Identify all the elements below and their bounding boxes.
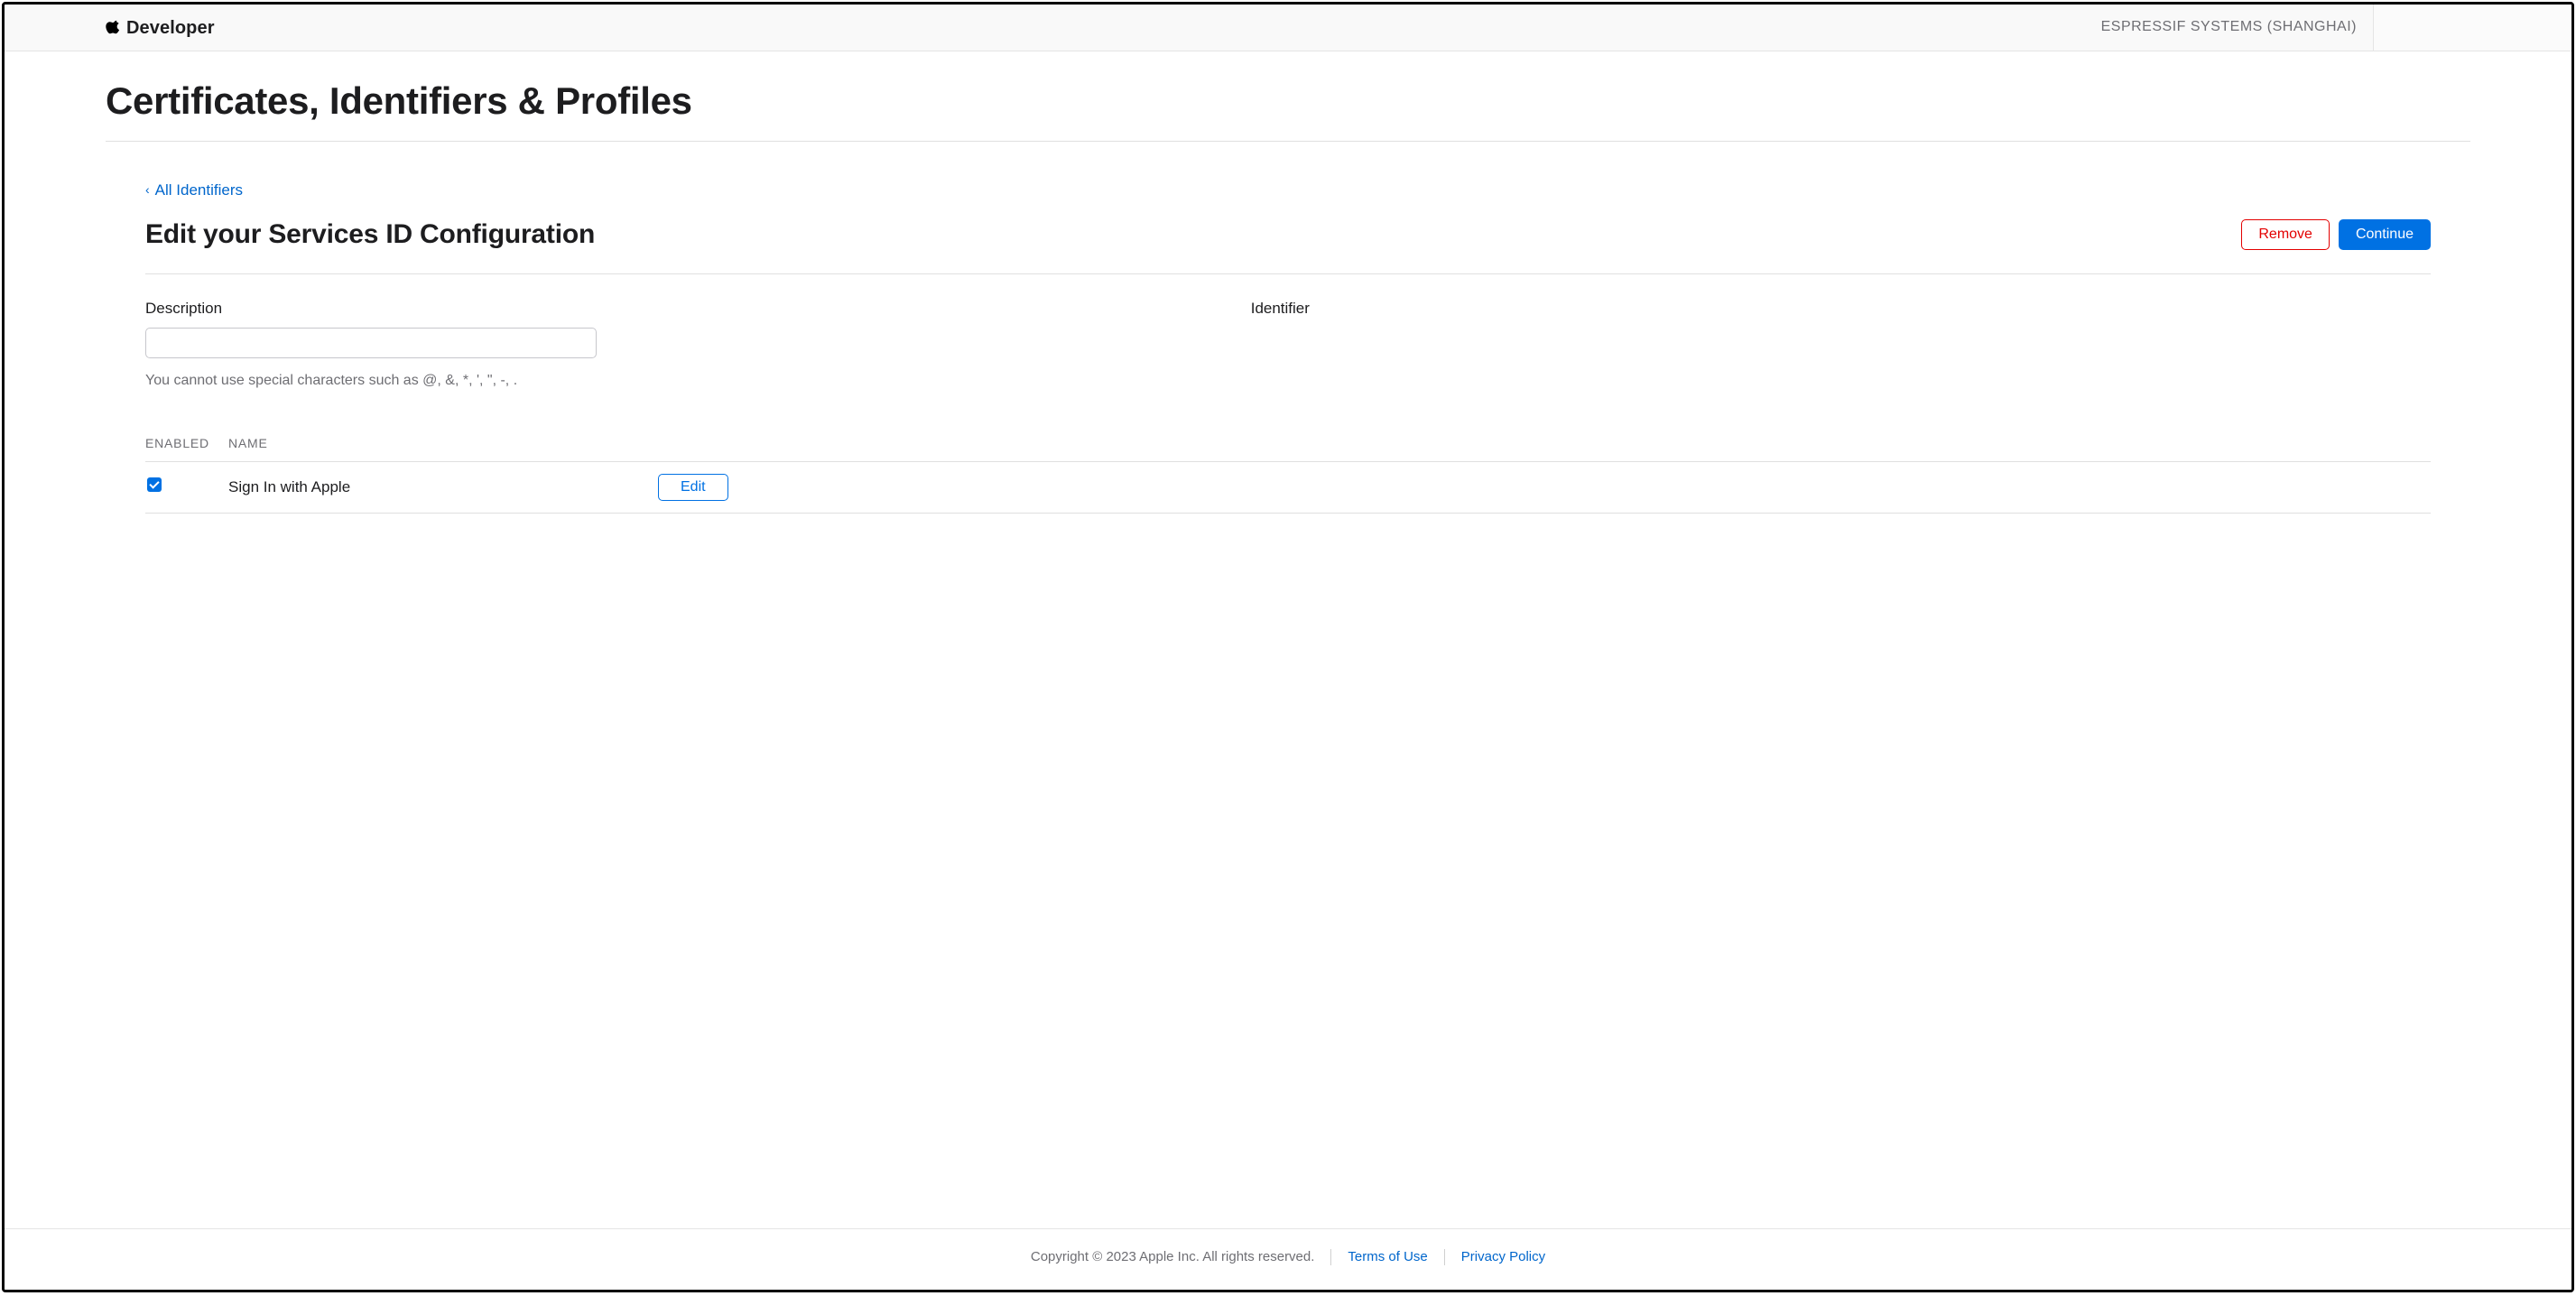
- apple-logo-icon: [106, 19, 121, 37]
- description-hint: You cannot use special characters such a…: [145, 371, 1197, 391]
- column-header-enabled: ENABLED: [145, 435, 228, 453]
- footer-copyright: Copyright © 2023 Apple Inc. All rights r…: [1031, 1247, 1315, 1266]
- page-title: Certificates, Identifiers & Profiles: [106, 75, 2470, 142]
- top-bar: Developer ESPRESSIF SYSTEMS (SHANGHAI): [5, 5, 2571, 51]
- back-link-all-identifiers[interactable]: ‹ All Identifiers: [145, 180, 243, 201]
- continue-button[interactable]: Continue: [2339, 219, 2431, 250]
- capability-checkbox[interactable]: [147, 477, 162, 492]
- description-label: Description: [145, 298, 1197, 319]
- brand[interactable]: Developer: [106, 15, 215, 41]
- identifier-label: Identifier: [1251, 298, 2431, 319]
- capability-name: Sign In with Apple: [228, 477, 2431, 498]
- back-link-label: All Identifiers: [155, 180, 243, 201]
- footer-privacy-link[interactable]: Privacy Policy: [1461, 1247, 1545, 1266]
- edit-capability-button[interactable]: Edit: [658, 474, 728, 501]
- account-name[interactable]: ESPRESSIF SYSTEMS (SHANGHAI): [2085, 17, 2373, 37]
- footer-separator: [1330, 1249, 1331, 1265]
- remove-button[interactable]: Remove: [2241, 219, 2330, 250]
- description-input[interactable]: [145, 328, 597, 358]
- account-menu-placeholder[interactable]: [2373, 5, 2571, 51]
- footer: Copyright © 2023 Apple Inc. All rights r…: [5, 1228, 2571, 1290]
- section-title: Edit your Services ID Configuration: [145, 216, 595, 254]
- footer-separator: [1444, 1249, 1445, 1265]
- account-area: ESPRESSIF SYSTEMS (SHANGHAI): [2085, 5, 2571, 51]
- footer-terms-link[interactable]: Terms of Use: [1348, 1247, 1427, 1266]
- chevron-left-icon: ‹: [145, 181, 150, 199]
- brand-text: Developer: [126, 15, 215, 41]
- column-header-name: NAME: [228, 435, 2431, 453]
- capability-row: Sign In with Apple Edit: [145, 462, 2431, 514]
